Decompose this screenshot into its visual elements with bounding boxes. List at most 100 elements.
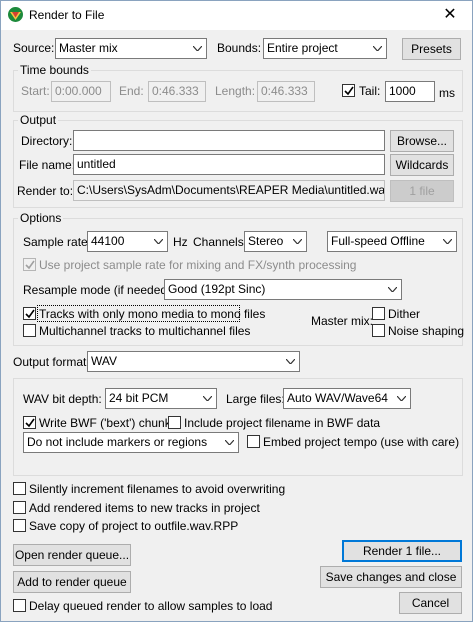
channels-label: Channels: [193, 235, 248, 249]
window-title: Render to File [29, 8, 105, 22]
save-copy-checkbox[interactable] [13, 519, 26, 532]
include-filename-label: Include project filename in BWF data [184, 416, 381, 430]
close-icon[interactable]: ✕ [434, 4, 466, 26]
chevron-down-icon [369, 39, 386, 58]
bwf-chunk-checkbox[interactable] [23, 416, 36, 429]
cancel-button[interactable]: Cancel [399, 592, 462, 614]
time-bounds-title: Time bounds [18, 63, 91, 77]
tail-field[interactable]: 1000 [385, 81, 435, 102]
channels-value: Stereo [248, 234, 284, 248]
render-speed-value: Full-speed Offline [331, 234, 425, 248]
silently-increment-label: Silently increment filenames to avoid ov… [29, 482, 286, 496]
bit-depth-label: WAV bit depth: [23, 392, 102, 406]
chevron-down-icon [282, 352, 299, 371]
title-bar: Render to File ✕ [1, 1, 472, 30]
output-title: Output [18, 113, 59, 127]
resample-select[interactable]: Good (192pt Sinc) [164, 279, 402, 300]
add-to-render-queue-button[interactable]: Add to render queue [13, 571, 131, 593]
presets-button[interactable]: Presets [402, 38, 461, 60]
noise-shaping-checkbox[interactable] [372, 324, 385, 337]
master-mix-label: Master mix: [311, 314, 374, 328]
checkmark-icon [344, 86, 354, 96]
end-field[interactable]: 0:46.333 [148, 81, 206, 102]
render-to-path: C:\Users\SysAdm\Documents\REAPER Media\u… [73, 180, 385, 201]
embed-tempo-label: Embed project tempo (use with care) [263, 435, 460, 449]
large-files-value: Auto WAV/Wave64 [287, 391, 388, 405]
silently-increment-checkbox[interactable] [13, 482, 26, 495]
checkmark-icon [25, 309, 35, 319]
filename-field[interactable]: untitled [73, 154, 385, 175]
channels-select[interactable]: Stereo [244, 231, 307, 252]
sample-rate-select[interactable]: 44100 [87, 231, 168, 252]
chevron-down-icon [439, 232, 456, 251]
reaper-app-icon [8, 7, 23, 22]
markers-value: Do not include markers or regions [27, 435, 208, 449]
mono-tracks-label: Tracks with only mono media to mono file… [39, 307, 266, 321]
directory-label: Directory: [21, 134, 73, 148]
noise-shaping-label: Noise shaping [388, 324, 465, 338]
chevron-down-icon [189, 39, 206, 58]
bounds-value: Entire project [267, 41, 338, 55]
filename-label: File name: [19, 158, 76, 172]
start-field[interactable]: 0:00.000 [51, 81, 111, 102]
chevron-down-icon [393, 389, 410, 408]
chevron-down-icon [199, 389, 216, 408]
tail-unit: ms [439, 86, 455, 100]
source-label: Source: [13, 41, 55, 55]
chevron-down-icon [150, 232, 167, 251]
add-rendered-items-label: Add rendered items to new tracks in proj… [29, 501, 260, 515]
files-count-button[interactable]: 1 file [390, 180, 454, 202]
checkmark-icon [25, 260, 35, 270]
dither-checkbox[interactable] [372, 307, 385, 320]
render-to-label: Render to: [17, 184, 74, 198]
use-project-rate-label: Use project sample rate for mixing and F… [39, 258, 357, 272]
bwf-chunk-label: Write BWF ('bext') chunk [39, 416, 171, 430]
bounds-label: Bounds: [217, 41, 262, 55]
output-format-value: WAV [91, 354, 117, 368]
dither-label: Dither [388, 307, 421, 321]
bit-depth-select[interactable]: 24 bit PCM [105, 388, 217, 409]
length-field[interactable]: 0:46.333 [257, 81, 315, 102]
tail-checkbox[interactable] [342, 84, 355, 97]
multichannel-label: Multichannel tracks to multichannel file… [39, 324, 251, 338]
source-select[interactable]: Master mix [55, 38, 207, 59]
source-value: Master mix [59, 41, 118, 55]
browse-button[interactable]: Browse... [390, 130, 454, 152]
wildcards-button[interactable]: Wildcards [390, 154, 454, 176]
resample-label: Resample mode (if needed): [23, 283, 175, 297]
sample-rate-label: Sample rate: [23, 235, 92, 249]
markers-select[interactable]: Do not include markers or regions [23, 432, 239, 453]
include-filename-checkbox[interactable] [168, 416, 181, 429]
bounds-select[interactable]: Entire project [263, 38, 387, 59]
bit-depth-value: 24 bit PCM [109, 391, 169, 405]
large-files-label: Large files: [226, 392, 285, 406]
directory-field[interactable] [73, 130, 385, 151]
end-label: End: [119, 84, 144, 98]
options-title: Options [18, 211, 64, 225]
save-changes-close-button[interactable]: Save changes and close [320, 566, 462, 588]
use-project-rate-checkbox[interactable] [23, 258, 36, 271]
output-format-select[interactable]: WAV [87, 351, 300, 372]
tail-label: Tail: [359, 84, 381, 98]
multichannel-checkbox[interactable] [23, 324, 36, 337]
mono-tracks-checkbox[interactable] [23, 307, 36, 320]
sample-rate-value: 44100 [91, 234, 125, 248]
render-to-file-dialog: Render to File ✕ Source: Master mix Boun… [0, 0, 473, 622]
render-speed-select[interactable]: Full-speed Offline [327, 231, 457, 252]
open-render-queue-button[interactable]: Open render queue... [13, 544, 131, 566]
length-label: Length: [215, 84, 256, 98]
add-rendered-items-checkbox[interactable] [13, 501, 26, 514]
large-files-select[interactable]: Auto WAV/Wave64 [283, 388, 411, 409]
chevron-down-icon [384, 280, 401, 299]
delay-queued-checkbox[interactable] [13, 599, 26, 612]
delay-queued-label: Delay queued render to allow samples to … [29, 599, 273, 613]
save-copy-label: Save copy of project to outfile.wav.RPP [29, 519, 239, 533]
sample-rate-unit: Hz [173, 235, 188, 249]
resample-value: Good (192pt Sinc) [168, 282, 266, 296]
embed-tempo-checkbox[interactable] [247, 435, 260, 448]
start-label: Start: [21, 84, 50, 98]
chevron-down-icon [221, 433, 238, 452]
render-button[interactable]: Render 1 file... [342, 540, 462, 562]
checkmark-icon [25, 418, 35, 428]
chevron-down-icon [289, 232, 306, 251]
